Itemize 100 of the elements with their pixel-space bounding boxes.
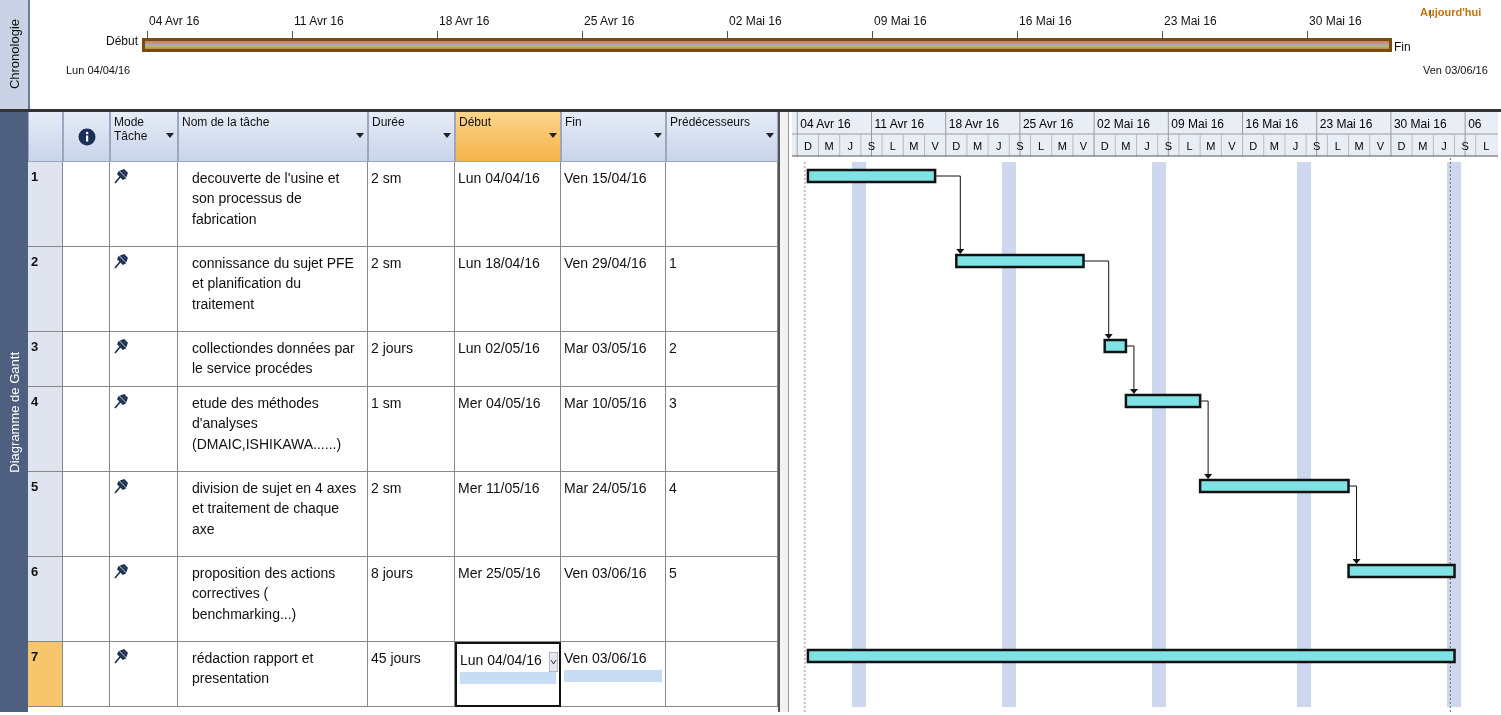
- row-number[interactable]: 3: [28, 332, 63, 387]
- task-bar[interactable]: [955, 253, 1085, 269]
- column-header[interactable]: Prédécesseurs: [666, 112, 778, 162]
- day-label: M: [1206, 140, 1216, 152]
- row-number[interactable]: 4: [28, 387, 63, 472]
- day-label: S: [1461, 140, 1469, 152]
- task-name: division de sujet en 4 axes et traitement de chaque axe: [192, 480, 357, 537]
- splitter[interactable]: [780, 112, 789, 712]
- day-label: J: [847, 140, 854, 152]
- task-bar[interactable]: [1124, 393, 1202, 409]
- column-header[interactable]: Nom de la tâche: [178, 112, 368, 162]
- day-label: S: [1164, 140, 1172, 152]
- week-label: 23 Mai 16: [1319, 117, 1373, 131]
- link-arrow: [1126, 345, 1138, 394]
- timeline-date: 04 Avr 16: [149, 14, 200, 28]
- row-number[interactable]: 5: [28, 472, 63, 557]
- week-label: 09 Mai 16: [1171, 117, 1224, 131]
- dropdown-arrow-icon[interactable]: [443, 133, 451, 138]
- finish-date: Mar 24/05/16: [564, 480, 647, 496]
- task-name: etude des méthodes d'analyses (DMAIC,ISHIKAWA......): [192, 395, 342, 452]
- timeline-date: 02 Mai 16: [729, 14, 782, 28]
- predecessor: 5: [669, 565, 677, 581]
- column-label: Fin: [565, 115, 582, 129]
- column-label: Nom de la tâche: [182, 115, 270, 129]
- week-label: 02 Mai 16: [1097, 117, 1150, 131]
- week-label: 25 Avr 16: [1022, 117, 1074, 131]
- pin-icon: [113, 563, 129, 579]
- day-label: S: [1313, 140, 1321, 152]
- end-label: Fin: [1394, 40, 1411, 54]
- pin-icon: [113, 168, 129, 184]
- finish-date: Mar 03/05/16: [564, 340, 647, 356]
- timeline-date: 11 Avr 16: [294, 14, 344, 28]
- column-header[interactable]: Mode Tâche: [110, 112, 178, 162]
- pin-icon: [113, 478, 129, 494]
- week-label: 30 Mai 16: [1393, 117, 1447, 131]
- column-header[interactable]: Durée: [368, 112, 455, 162]
- week-label: 11 Avr 16: [874, 117, 925, 131]
- row-number[interactable]: 6: [28, 557, 63, 642]
- end-date: Ven 03/06/16: [1423, 64, 1488, 76]
- pin-icon: [113, 338, 129, 354]
- info-icon: [77, 127, 96, 146]
- column-label: Mode Tâche: [114, 115, 149, 143]
- predecessor: 2: [669, 340, 677, 356]
- day-label: L: [1483, 140, 1490, 152]
- task-bar[interactable]: [1103, 338, 1128, 354]
- task-bar[interactable]: [1347, 563, 1456, 579]
- day-label: M: [909, 140, 919, 152]
- pin-icon: [113, 648, 129, 664]
- day-label: D: [1397, 140, 1406, 152]
- timeline-date: 30 Mai 16: [1309, 14, 1362, 28]
- day-label: D: [1249, 140, 1258, 152]
- timeline-date: 23 Mai 16: [1164, 14, 1217, 28]
- duration: 2 jours: [371, 340, 414, 356]
- start-date: Lun 04/04/16: [66, 64, 131, 76]
- start-date: Lun 02/05/16: [458, 340, 540, 356]
- duration: 2 sm: [371, 255, 402, 271]
- day-label: J: [1441, 140, 1447, 152]
- day-label: L: [1334, 140, 1341, 152]
- dropdown-arrow-icon[interactable]: [356, 133, 364, 138]
- predecessor: 3: [669, 395, 677, 411]
- pin-icon: [113, 253, 129, 269]
- row-number[interactable]: 7: [28, 642, 63, 707]
- column-header[interactable]: Fin: [561, 112, 666, 162]
- dropdown-arrow-icon[interactable]: [549, 133, 557, 138]
- dropdown-arrow-icon[interactable]: [654, 133, 662, 138]
- day-label: J: [1292, 140, 1299, 152]
- task-bar[interactable]: [806, 648, 1456, 664]
- day-label: L: [1038, 140, 1045, 152]
- start-date: Mer 11/05/16: [458, 480, 540, 496]
- timeline-date: 09 Mai 16: [874, 14, 927, 28]
- today-label: Aujourd'hui: [1420, 6, 1482, 18]
- column-label: Prédécesseurs: [670, 115, 751, 129]
- day-label: J: [1144, 140, 1150, 152]
- day-label: V: [1079, 140, 1088, 152]
- week-label: 16 Mai 16: [1245, 117, 1299, 131]
- finish-date: Ven 03/06/16: [564, 565, 647, 581]
- day-label: M: [824, 140, 834, 152]
- week-label: 06: [1468, 117, 1482, 131]
- gantt-tab[interactable]: Diagramme de Gantt: [0, 112, 28, 712]
- column-header[interactable]: Début: [455, 112, 561, 162]
- edit-cell[interactable]: Lun 04/04/16: [455, 642, 561, 707]
- timeline-tab[interactable]: Chronologie: [0, 0, 30, 109]
- pin-icon: [113, 393, 129, 409]
- dropdown-arrow-icon[interactable]: [166, 133, 174, 138]
- task-bar[interactable]: [806, 168, 937, 184]
- row-number[interactable]: 2: [28, 247, 63, 332]
- dropdown-arrow-icon[interactable]: [766, 133, 774, 138]
- day-label: M: [1354, 140, 1364, 152]
- task-bar[interactable]: [1198, 478, 1350, 494]
- predecessor: 1: [669, 255, 677, 271]
- day-label: L: [1186, 140, 1193, 152]
- day-label: V: [931, 140, 939, 152]
- day-label: M: [1418, 140, 1428, 152]
- day-label: V: [1228, 140, 1236, 152]
- row-number[interactable]: 1: [28, 162, 63, 247]
- caret-icon[interactable]: [549, 652, 558, 672]
- day-label: L: [889, 140, 896, 152]
- day-label: S: [1016, 140, 1024, 152]
- task-name: connissance du sujet PFE et planification du traitement: [192, 255, 354, 312]
- task-name: collectiondes données par le service procédes: [192, 340, 355, 377]
